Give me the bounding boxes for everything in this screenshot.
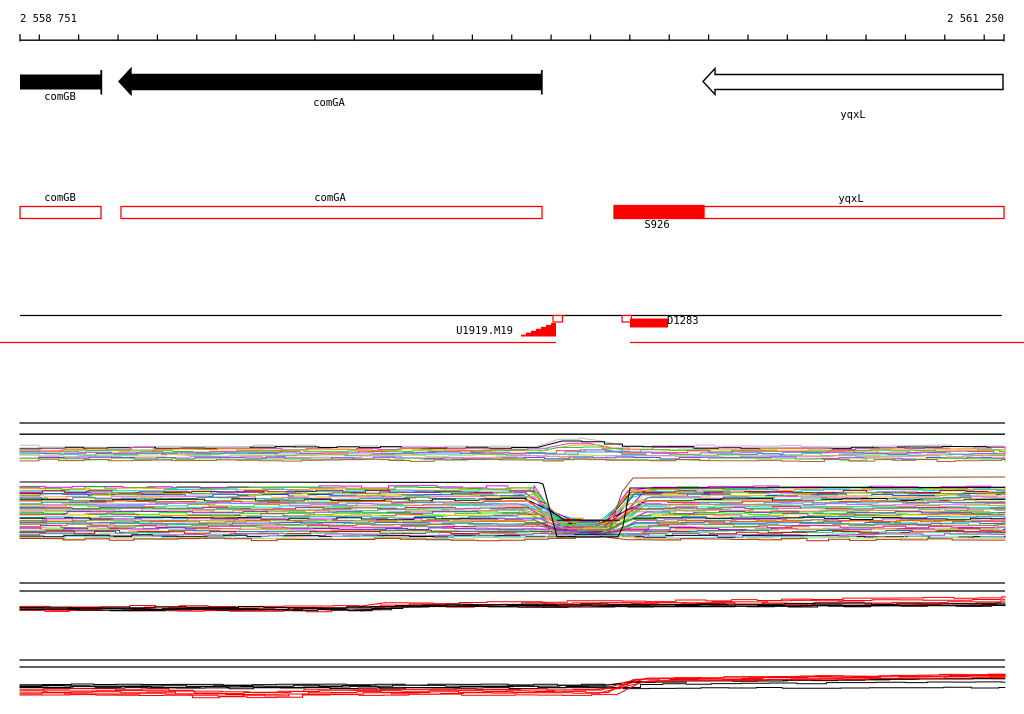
gene-comGA-arrow[interactable] [118, 66, 543, 97]
segment-label-S926: S926 [644, 219, 670, 231]
gene-label-comGA: comGA [313, 97, 345, 109]
tracks-canvas [0, 34, 1024, 699]
feature-D1283-box[interactable] [630, 318, 668, 328]
segment-label-comGA: comGA [314, 192, 346, 204]
segment-yqxL-box[interactable] [703, 205, 1005, 220]
ruler-start-coordinate: 2 558 751 [20, 13, 77, 25]
gene-label-comGB: comGB [44, 91, 76, 103]
gene-comGA-end-bar [540, 70, 543, 95]
anchor-square[interactable] [552, 314, 564, 323]
segment-S926-box[interactable] [613, 204, 705, 220]
ruler-end-coordinate: 2 561 250 [947, 13, 1004, 25]
genome-browser-view: 2 558 751 2 561 250 comGB comGA yqxL com… [0, 0, 1024, 714]
feature-U1919-M19-wedge[interactable] [516, 321, 556, 337]
profile-line [19, 440, 1006, 450]
feature-label-U1919-M19: U1919.M19 [456, 325, 513, 337]
gene-comGB-end-bar [100, 70, 103, 95]
gene-label-yqxL: yqxL [840, 109, 866, 121]
profile-line [19, 437, 1006, 449]
feature-label-D1283: D1283 [667, 315, 699, 327]
gene-yqxL-arrow[interactable] [702, 66, 1004, 97]
segment-comGA-box[interactable] [120, 205, 543, 220]
gene-comGB-bar[interactable] [20, 74, 101, 90]
segment-label-comGB: comGB [44, 192, 76, 204]
segment-comGB-box[interactable] [19, 205, 102, 220]
segment-label-yqxL: yqxL [838, 193, 864, 205]
